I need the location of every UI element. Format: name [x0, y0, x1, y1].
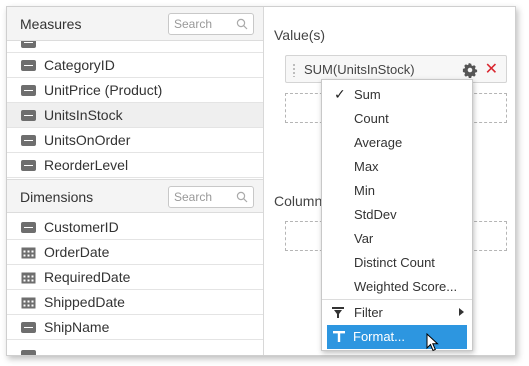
search-icon: [236, 191, 248, 203]
number-type-icon: [21, 160, 36, 171]
menu-divider: [322, 299, 472, 300]
mouse-cursor-icon: [426, 333, 439, 352]
dimensions-search-input[interactable]: [174, 189, 236, 205]
number-type-icon: [21, 110, 36, 121]
dimension-item[interactable]: CustomerID: [7, 215, 263, 240]
number-type-icon: [21, 41, 36, 48]
gear-icon[interactable]: [462, 62, 478, 78]
drag-handle-icon[interactable]: [292, 63, 296, 77]
measure-item[interactable]: ReorderLevel: [7, 153, 263, 178]
measures-search-box[interactable]: [168, 13, 254, 35]
measures-search-input[interactable]: [174, 16, 236, 32]
number-type-icon: [21, 60, 36, 71]
dimension-item-label: ShipName: [44, 319, 110, 335]
measure-item[interactable]: UnitsOnOrder: [7, 128, 263, 153]
calendar-icon: [21, 297, 36, 309]
menu-item-distinct-count[interactable]: Distinct Count: [322, 251, 472, 275]
remove-icon[interactable]: ✕: [485, 59, 498, 79]
measures-header: Measures: [7, 7, 263, 41]
measure-item[interactable]: UnitPrice (Product): [7, 78, 263, 103]
menu-item-count[interactable]: Count: [322, 107, 472, 131]
dimension-item-label: ShippedDate: [44, 294, 125, 310]
dimension-item-label: RequiredDate: [44, 269, 131, 285]
measure-item-label: ReorderLevel: [44, 157, 129, 173]
dimension-item[interactable]: RequiredDate: [7, 265, 263, 290]
submenu-arrow-icon: [459, 308, 464, 316]
dimensions-title: Dimensions: [20, 189, 94, 205]
menu-item-label: StdDev: [354, 207, 397, 222]
dimension-item[interactable]: ShippedDate: [7, 290, 263, 315]
filter-icon: [332, 307, 344, 318]
measure-item[interactable]: CategoryID: [7, 53, 263, 78]
menu-item-max[interactable]: Max: [322, 155, 472, 179]
menu-item-label: Sum: [354, 87, 381, 102]
field-list-pane: Measures CategoryID UnitPrice (Product) …: [7, 7, 264, 355]
menu-item-format[interactable]: Format...: [327, 325, 467, 349]
menu-item-label: Min: [354, 183, 375, 198]
dimensions-header: Dimensions: [7, 179, 263, 213]
menu-item-label: Weighted Score...: [354, 279, 458, 294]
measure-item-label: CategoryID: [44, 57, 115, 73]
dimension-item-label: CustomerID: [44, 219, 119, 235]
measure-item-label: UnitPrice (Product): [44, 82, 163, 98]
number-type-icon: [21, 85, 36, 96]
string-type-icon: [21, 322, 36, 333]
columns-label: Column(: [274, 193, 327, 209]
format-icon: [333, 331, 345, 342]
menu-item-min[interactable]: Min: [322, 179, 472, 203]
menu-item-label: Count: [354, 111, 389, 126]
menu-item-filter[interactable]: Filter: [322, 301, 472, 325]
check-icon: ✓: [334, 86, 346, 102]
dimension-item-label: OrderDate: [44, 244, 110, 260]
list-item-partial: [7, 340, 263, 355]
search-icon: [236, 18, 248, 30]
measure-item-label: UnitsOnOrder: [44, 132, 131, 148]
calendar-icon: [21, 272, 36, 284]
measures-title: Measures: [20, 16, 82, 32]
dimensions-search-box[interactable]: [168, 186, 254, 208]
string-type-icon: [21, 222, 36, 233]
menu-item-label: Max: [354, 159, 379, 174]
menu-item-var[interactable]: Var: [322, 227, 472, 251]
menu-item-label: Var: [354, 231, 374, 246]
menu-item-label: Filter: [354, 305, 383, 320]
menu-item-stddev[interactable]: StdDev: [322, 203, 472, 227]
aggregation-menu: ✓ Sum Count Average Max Min StdDev Var D…: [321, 79, 473, 351]
string-type-icon: [21, 350, 36, 355]
menu-item-weighted-score[interactable]: Weighted Score...: [322, 275, 472, 299]
menu-item-sum[interactable]: ✓ Sum: [322, 83, 472, 107]
values-label: Value(s): [274, 27, 326, 43]
measure-item-label: UnitsInStock: [44, 107, 123, 123]
value-field-text: SUM(UnitsInStock): [304, 62, 415, 77]
dimension-item[interactable]: ShipName: [7, 315, 263, 340]
menu-item-average[interactable]: Average: [322, 131, 472, 155]
measure-item-selected[interactable]: UnitsInStock: [7, 103, 263, 128]
menu-item-label: Distinct Count: [354, 255, 435, 270]
menu-item-label: Average: [354, 135, 403, 150]
dimension-item[interactable]: OrderDate: [7, 240, 263, 265]
list-item-partial: [7, 41, 263, 53]
menu-item-label: Format...: [353, 329, 406, 344]
number-type-icon: [21, 135, 36, 146]
calendar-icon: [21, 247, 36, 259]
